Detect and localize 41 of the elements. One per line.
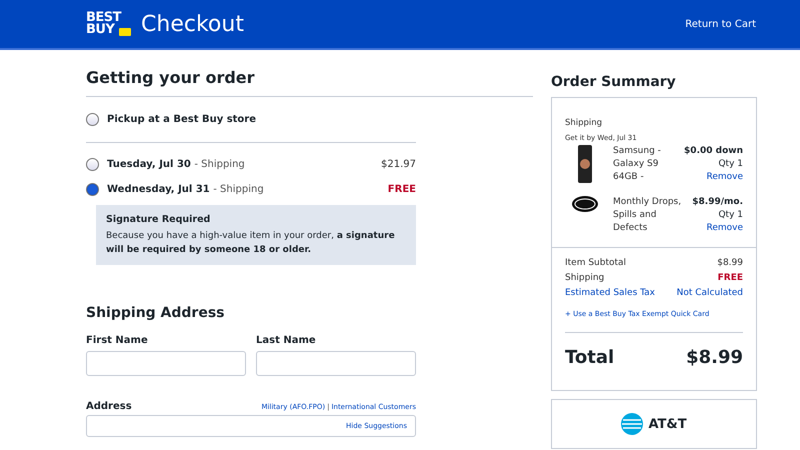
field-label: Last Name xyxy=(256,335,317,346)
summary-value: $8.99 xyxy=(717,257,743,270)
summary-label: Shipping xyxy=(565,272,604,285)
phone-photo xyxy=(578,145,592,183)
radio-button[interactable] xyxy=(86,158,99,171)
notice-text: Because you have a high-value item in your order, a signature will be required by someone 18 or older. xyxy=(106,230,396,257)
input-field[interactable] xyxy=(256,351,416,376)
item-price: $0.00 down xyxy=(684,145,743,158)
item-qty: Qty 1 xyxy=(718,158,743,171)
summary-label: Item Subtotal xyxy=(565,257,626,270)
field-label: First Name xyxy=(86,335,149,346)
section-heading: Getting your order xyxy=(86,66,533,97)
radio-button[interactable] xyxy=(86,183,99,196)
section-heading: Shipping Address xyxy=(86,305,226,321)
remove-link[interactable]: Remove xyxy=(706,222,743,235)
field-label: Address xyxy=(86,401,132,412)
carrier-name: AT&T xyxy=(648,416,687,432)
total-value: $8.99 xyxy=(686,347,743,368)
section-label: Shipping xyxy=(565,118,604,128)
item-name: Monthly Drops, Spills and Defects xyxy=(613,196,682,235)
summary-heading: Order Summary xyxy=(551,74,677,90)
item-price: $8.99/mo. xyxy=(692,196,743,209)
option-label: Wednesday, Jul 31 - Shipping xyxy=(107,184,265,195)
input-field[interactable] xyxy=(86,351,246,376)
summary-value: FREE xyxy=(718,272,743,285)
store-logo: BEST BUY xyxy=(86,12,132,36)
notice-title: Signature Required xyxy=(106,213,212,227)
remove-link[interactable]: Remove xyxy=(706,171,743,184)
shipping-price: $21.97 xyxy=(381,159,416,170)
return-link[interactable]: Return to Cart xyxy=(685,18,756,30)
radio-button[interactable] xyxy=(86,113,99,126)
globe-icon xyxy=(621,413,644,435)
page-title: Checkout xyxy=(141,12,245,36)
total-label: Total xyxy=(565,347,614,368)
item-name: Samsung - Galaxy S9 64GB - xyxy=(613,145,662,184)
option-label: Pickup at a Best Buy store xyxy=(107,114,258,125)
summary-value: Not Calculated xyxy=(676,287,743,300)
option-label: Tuesday, Jul 30 - Shipping xyxy=(107,159,246,170)
shipping-price: FREE xyxy=(388,184,416,195)
item-qty: Qty 1 xyxy=(718,209,743,222)
summary-label[interactable]: Estimated Sales Tax xyxy=(565,286,655,301)
